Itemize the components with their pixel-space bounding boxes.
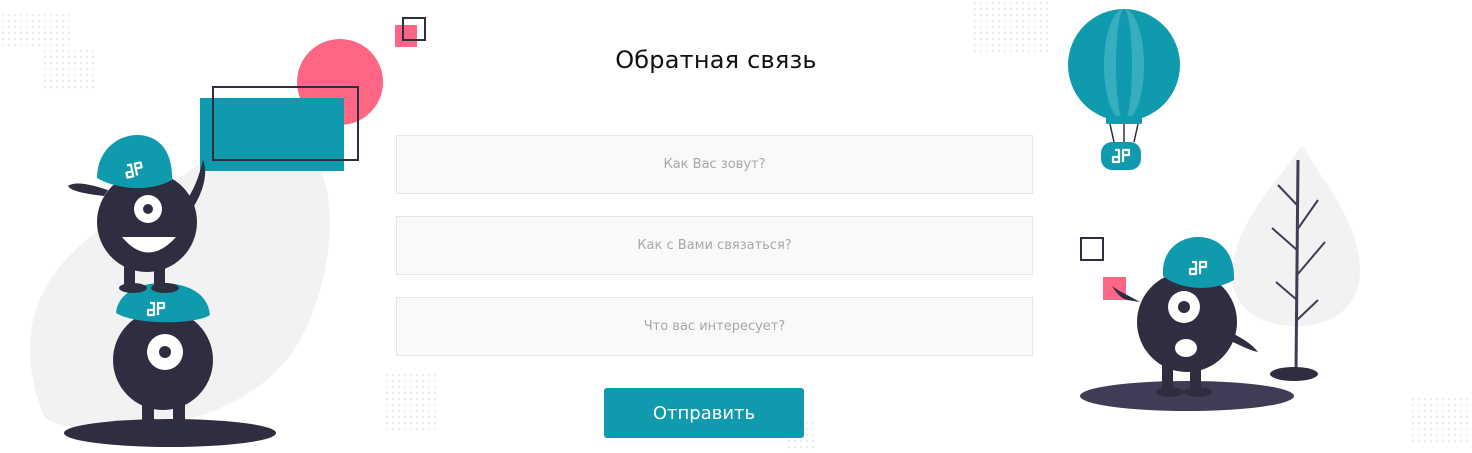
hot-air-balloon-icon — [1068, 9, 1180, 170]
ground-shadow — [64, 419, 276, 447]
contact-input[interactable] — [396, 216, 1033, 275]
outline-square — [1080, 237, 1104, 261]
dots-decoration — [44, 48, 96, 92]
interest-input[interactable] — [396, 297, 1033, 356]
dots-decoration — [0, 10, 70, 48]
ground-shadow — [1080, 381, 1294, 411]
pink-square — [395, 25, 417, 47]
submit-button[interactable]: Отправить — [604, 388, 804, 438]
page-title: Обратная связь — [615, 46, 817, 74]
name-input[interactable] — [396, 135, 1033, 194]
dots-decoration — [384, 372, 436, 432]
dots-decoration — [1410, 398, 1472, 444]
dots-decoration — [972, 0, 1048, 56]
